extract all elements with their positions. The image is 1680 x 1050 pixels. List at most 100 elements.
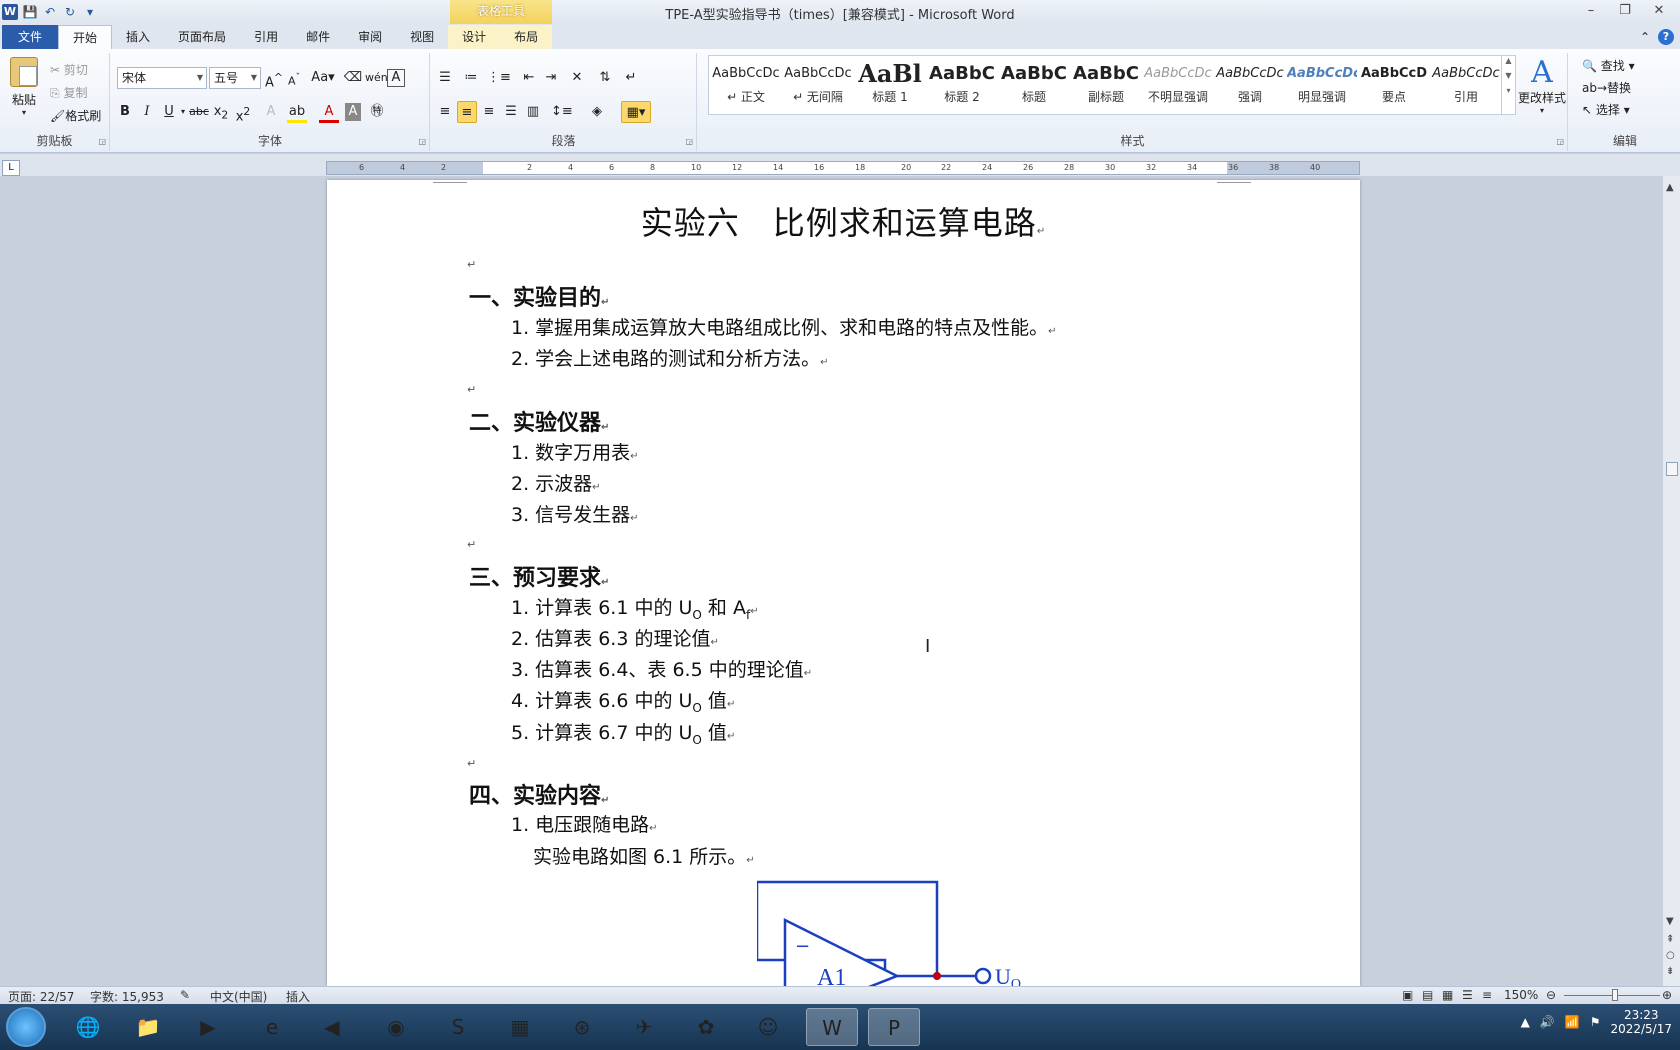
style-normal[interactable]: AaBbCcDc ↵ 正文 bbox=[711, 58, 781, 114]
clock-time[interactable]: 23:23 bbox=[1610, 1008, 1672, 1022]
style-subtitle[interactable]: AaBbC 副标题 bbox=[1071, 58, 1141, 114]
tab-view[interactable]: 视图 bbox=[396, 25, 448, 49]
video-app-icon[interactable]: ◀ bbox=[306, 1008, 358, 1046]
chevron-down-icon[interactable]: ▼ bbox=[1666, 916, 1674, 927]
cloud-app-icon[interactable]: ✿ bbox=[680, 1008, 732, 1046]
zoom-out-icon[interactable]: ⊖ bbox=[1546, 988, 1556, 1002]
select-button[interactable]: ↖ 选择 ▾ bbox=[1582, 101, 1630, 118]
redo-icon[interactable]: ↻ bbox=[62, 4, 78, 20]
decrease-indent-icon[interactable]: ⇤ bbox=[519, 67, 539, 89]
zoom-slider-thumb[interactable] bbox=[1612, 989, 1618, 1001]
chevron-down-icon[interactable]: ▼ bbox=[197, 68, 203, 88]
outline-icon[interactable]: ☰ bbox=[1462, 988, 1473, 1002]
pdf-taskbar-icon[interactable]: P bbox=[868, 1008, 920, 1046]
replace-button[interactable]: ab→替换 bbox=[1582, 79, 1631, 96]
bird-app-icon[interactable]: ✈ bbox=[618, 1008, 670, 1046]
align-center-icon[interactable]: ≡ bbox=[457, 101, 477, 123]
help-icon[interactable]: ? bbox=[1658, 29, 1674, 45]
ie-icon[interactable]: 🌐 bbox=[62, 1008, 114, 1046]
chrome-icon[interactable]: ◉ bbox=[370, 1008, 422, 1046]
copy-button[interactable]: ⎘ 复制 bbox=[50, 84, 87, 101]
bold-icon[interactable]: B bbox=[115, 101, 135, 123]
chevron-down-icon[interactable]: ▼ bbox=[251, 68, 257, 88]
qq-icon[interactable]: ☺ bbox=[742, 1008, 794, 1046]
word-count[interactable]: 字数: 15,953 bbox=[90, 988, 164, 1005]
tab-insert[interactable]: 插入 bbox=[112, 25, 164, 49]
dialog-launcher-icon[interactable]: ◲ bbox=[685, 137, 693, 146]
justify-icon[interactable]: ☰ bbox=[501, 101, 521, 123]
text-effects-icon[interactable]: A bbox=[261, 101, 281, 123]
align-right-icon[interactable]: ≡ bbox=[479, 101, 499, 123]
cut-button[interactable]: ✂ 剪切 bbox=[50, 61, 88, 78]
minimize-ribbon-icon[interactable]: ⌃ bbox=[1640, 30, 1650, 44]
save-icon[interactable]: 💾 bbox=[22, 4, 38, 20]
paste-button[interactable]: 粘贴 ▾ bbox=[6, 57, 42, 117]
style-quote[interactable]: AaBbCcDc 引用 bbox=[1431, 58, 1501, 114]
dialog-launcher-icon[interactable]: ◲ bbox=[98, 137, 106, 146]
flag-icon[interactable]: ⚑ bbox=[1590, 1015, 1601, 1029]
tab-references[interactable]: 引用 bbox=[240, 25, 292, 49]
tab-file[interactable]: 文件 bbox=[2, 25, 59, 49]
grow-font-icon[interactable]: A^ bbox=[264, 67, 284, 90]
word-taskbar-icon[interactable]: W bbox=[806, 1008, 858, 1046]
undo-icon[interactable]: ↶ bbox=[42, 4, 58, 20]
strikethrough-icon[interactable]: abc bbox=[189, 101, 209, 123]
numbering-icon[interactable]: ≔ bbox=[461, 67, 481, 89]
minimize-icon[interactable]: – bbox=[1574, 0, 1608, 22]
change-case-button[interactable]: Aa▾ bbox=[309, 67, 337, 89]
chinese-layout-icon[interactable]: ✕ bbox=[567, 67, 587, 89]
dialog-launcher-icon[interactable]: ◲ bbox=[418, 137, 426, 146]
style-title[interactable]: AaBbC 标题 bbox=[999, 58, 1069, 114]
print-layout-icon[interactable]: ▣ bbox=[1402, 988, 1413, 1002]
font-color-icon[interactable]: A bbox=[319, 101, 339, 123]
language[interactable]: 中文(中国) bbox=[210, 988, 267, 1005]
explorer-icon[interactable]: 📁 bbox=[122, 1008, 174, 1046]
word-logo-icon[interactable]: W bbox=[2, 4, 18, 20]
style-emphasis[interactable]: AaBbCcDc 强调 bbox=[1215, 58, 1285, 114]
close-icon[interactable]: ✕ bbox=[1642, 0, 1676, 22]
browser-icon[interactable]: e bbox=[246, 1008, 298, 1046]
browse-object-icon[interactable]: ○ bbox=[1666, 950, 1675, 961]
vertical-scrollbar[interactable]: ▲ ▼ ⇞ ○ ⇟ bbox=[1662, 176, 1680, 986]
superscript-icon[interactable]: x2 bbox=[233, 101, 253, 124]
line-spacing-icon[interactable]: ↕≡ bbox=[551, 101, 573, 123]
tray-arrow-icon[interactable]: ▲ bbox=[1521, 1015, 1530, 1029]
network-icon[interactable]: 📶 bbox=[1565, 1015, 1580, 1029]
character-border-icon[interactable]: A bbox=[387, 69, 405, 87]
align-left-icon[interactable]: ≡ bbox=[435, 101, 455, 123]
chevron-down-icon[interactable]: ▼ bbox=[1502, 71, 1515, 80]
style-intense-emphasis[interactable]: AaBbCcDc 明显强调 bbox=[1287, 58, 1357, 114]
app-360-icon[interactable]: ⊛ bbox=[556, 1008, 608, 1046]
style-no-spacing[interactable]: AaBbCcDc ↵ 无间隔 bbox=[783, 58, 853, 114]
clock-date[interactable]: 2022/5/17 bbox=[1610, 1022, 1672, 1036]
insert-mode[interactable]: 插入 bbox=[286, 988, 310, 1005]
highlight-icon[interactable]: ab bbox=[287, 101, 307, 123]
tab-mailings[interactable]: 邮件 bbox=[292, 25, 344, 49]
format-painter-button[interactable]: 🖌格式刷 bbox=[50, 107, 101, 124]
style-heading-2[interactable]: AaBbC 标题 2 bbox=[927, 58, 997, 114]
find-button[interactable]: 🔍 查找 ▾ bbox=[1582, 57, 1635, 74]
shading-icon[interactable]: ◈ bbox=[587, 101, 607, 123]
tab-selector-icon[interactable]: L bbox=[2, 160, 20, 176]
tab-layout[interactable]: 布局 bbox=[500, 25, 553, 49]
style-subtle-emphasis[interactable]: AaBbCcDc 不明显强调 bbox=[1143, 58, 1213, 114]
more-icon[interactable]: ▾ bbox=[1502, 86, 1515, 95]
previous-page-icon[interactable]: ⇞ bbox=[1666, 934, 1674, 945]
font-name-combo[interactable]: 宋体 ▼ bbox=[117, 67, 207, 89]
proofing-icon[interactable]: ✎ bbox=[180, 988, 190, 1002]
character-shading-icon[interactable]: A bbox=[345, 103, 361, 121]
borders-icon[interactable]: ▦▾ bbox=[621, 101, 651, 123]
tab-home[interactable]: 开始 bbox=[58, 25, 113, 49]
bullets-icon[interactable]: ☰ bbox=[435, 67, 455, 89]
calculator-icon[interactable]: ▦ bbox=[494, 1008, 546, 1046]
volume-icon[interactable]: 🔊 bbox=[1540, 1015, 1555, 1029]
horizontal-ruler[interactable]: 6 4 2 2 4 6 8 10 12 14 16 18 20 22 24 26… bbox=[326, 161, 1360, 175]
draft-icon[interactable]: ≡ bbox=[1482, 988, 1492, 1002]
multilevel-list-icon[interactable]: ⋮≡ bbox=[487, 67, 511, 89]
style-strong[interactable]: AaBbCcD 要点 bbox=[1359, 58, 1429, 114]
chevron-up-icon[interactable]: ▲ bbox=[1666, 182, 1674, 193]
shrink-font-icon[interactable]: Aˇ bbox=[284, 67, 304, 89]
increase-indent-icon[interactable]: ⇥ bbox=[541, 67, 561, 89]
sogou-icon[interactable]: S bbox=[432, 1008, 484, 1046]
tab-review[interactable]: 审阅 bbox=[344, 25, 396, 49]
